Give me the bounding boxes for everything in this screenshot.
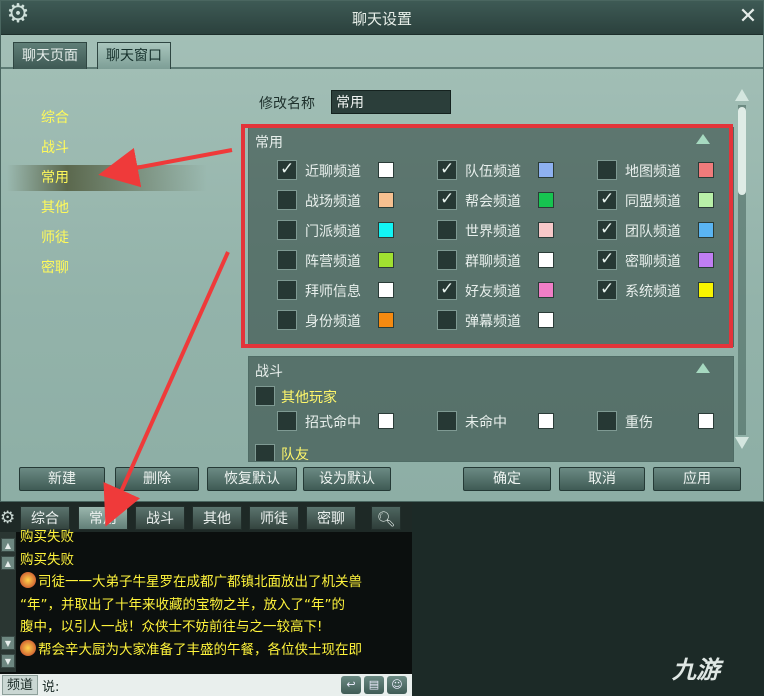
ok-button[interactable]: 确定 xyxy=(463,467,551,491)
rename-input[interactable] xyxy=(331,90,451,114)
highlight-frame xyxy=(241,124,733,348)
fight-hit-color-swatch[interactable] xyxy=(378,413,394,429)
chat-message-line: 司徒一一大弟子牛星罗在成都广都镇北面放出了机关兽 xyxy=(20,571,412,594)
category-item-common[interactable]: 常用 xyxy=(7,165,207,191)
chat-message-text: 司徒一一大弟子牛星罗在成都广都镇北面放出了机关兽 xyxy=(38,574,362,590)
chat-message-text: 购买失败 xyxy=(20,551,74,568)
scroll-top-icon[interactable]: ▲ xyxy=(1,538,15,552)
teammate-checkbox[interactable] xyxy=(255,444,275,461)
vertical-scrollbar[interactable] xyxy=(735,89,749,453)
chat-message-text: 购买失败 xyxy=(20,529,74,545)
say-label: 说: xyxy=(42,680,60,695)
scroll-down-icon[interactable]: ▼ xyxy=(1,636,15,650)
category-item-other[interactable]: 其他 xyxy=(7,195,207,221)
tab-chat-page[interactable]: 聊天页面 xyxy=(13,42,87,69)
category-item-whisper[interactable]: 密聊 xyxy=(7,255,207,281)
restore-default-button[interactable]: 恢复默认 xyxy=(207,467,297,491)
undo-icon[interactable]: ↩ xyxy=(341,676,361,694)
system-flame-icon xyxy=(20,572,36,588)
watermark-logo: 九游 xyxy=(672,656,720,684)
fight-miss-checkbox[interactable] xyxy=(437,411,457,431)
chat-message-line: 购买失败 xyxy=(20,526,412,549)
set-default-button[interactable]: 设为默认 xyxy=(303,467,391,491)
apply-button[interactable]: 应用 xyxy=(653,467,741,491)
fight-injury-color-swatch[interactable] xyxy=(698,413,714,429)
emoji-icon[interactable]: ☺ xyxy=(387,676,407,694)
fight-hit-checkbox[interactable] xyxy=(277,411,297,431)
fight-injury-checkbox[interactable] xyxy=(597,411,617,431)
scroll-down-icon[interactable] xyxy=(735,437,749,449)
dialog-title: 聊天设置 xyxy=(351,10,412,28)
category-item-general[interactable]: 综合 xyxy=(7,105,207,131)
gear-icon[interactable]: ⚙ xyxy=(0,507,18,529)
other-players-label: 其他玩家 xyxy=(281,390,337,406)
category-item-mentor[interactable]: 师徒 xyxy=(7,225,207,251)
cancel-button[interactable]: 取消 xyxy=(559,467,645,491)
delete-button[interactable]: 删除 xyxy=(115,467,199,491)
chat-side-controls: ▲ ▲ ▼ ▼ xyxy=(0,532,16,672)
scroll-up-icon[interactable]: ▲ xyxy=(1,556,15,570)
scroll-up-icon[interactable] xyxy=(735,89,749,101)
category-list: 综合 战斗 常用 其他 师徒 密聊 xyxy=(7,79,233,467)
fight-hit-label: 招式命中 xyxy=(305,415,361,431)
collapse-triangle-icon[interactable] xyxy=(696,363,710,373)
dialog-titlebar[interactable]: ⚙ 聊天设置 ✕ xyxy=(1,1,763,35)
system-flame-icon xyxy=(20,639,36,656)
fight-injury-label: 重伤 xyxy=(625,415,653,431)
close-icon[interactable]: ✕ xyxy=(734,3,762,31)
chat-message-line: “年”，并取出了十年来收藏的宝物之半，放入了“年”的 xyxy=(20,594,412,617)
chat-message-line: 腹中，以引人一战！众侠士不妨前往与之一较高下! xyxy=(20,616,412,639)
teammate-label: 队友 xyxy=(281,447,309,462)
tab-chat-window[interactable]: 聊天窗口 xyxy=(97,42,171,69)
chat-message-line: 可返回帮会领地尽情享用。 xyxy=(20,661,412,662)
chat-log: 购买失败 购买失败 司徒一一大弟子牛星罗在成都广都镇北面放出了机关兽 “年”，并取出了… xyxy=(20,526,412,662)
chat-message-text: “年”，并取出了十年来收藏的宝物之半，放入了“年”的 xyxy=(20,596,345,613)
chat-message-line: 帮会辛大厨为大家准备了丰盛的午餐，各位侠士现在即 xyxy=(20,639,412,662)
scroll-bottom-icon[interactable]: ▼ xyxy=(1,654,15,668)
fight-miss-label: 未命中 xyxy=(465,415,507,431)
chat-window: ⚙ 综合 常用 战斗 其他 师徒 密聊 🔍︎ ▲ ▲ ▼ ▼ 购买失败 购买失败司… xyxy=(0,502,412,696)
dialog-tabbar: 聊天页面 聊天窗口 xyxy=(1,37,763,69)
new-button[interactable]: 新建 xyxy=(19,467,105,491)
other-players-checkbox[interactable] xyxy=(255,386,275,406)
chat-message-text: 帮会辛大厨为大家准备了丰盛的午餐，各位侠士现在即 xyxy=(38,641,362,658)
fight-miss-color-swatch[interactable] xyxy=(538,413,554,429)
rename-label: 修改名称 xyxy=(259,96,315,112)
chat-input-bar[interactable]: 频道 说: ↩ ▤ ☺ xyxy=(0,674,412,696)
message-icon[interactable]: ▤ xyxy=(364,676,384,694)
group-combat: 战斗 其他玩家 招式命中 未命中 重伤 队友 xyxy=(248,356,734,462)
chat-message-text: 腹中，以引人一战！众侠士不妨前往与之一较高下! xyxy=(20,619,323,635)
group-combat-title: 战斗 xyxy=(255,364,283,380)
channel-select-button[interactable]: 频道 xyxy=(2,675,38,695)
chat-message-line: 购买失败 xyxy=(20,549,412,572)
scroll-thumb[interactable] xyxy=(738,107,746,195)
category-item-combat[interactable]: 战斗 xyxy=(7,135,207,161)
